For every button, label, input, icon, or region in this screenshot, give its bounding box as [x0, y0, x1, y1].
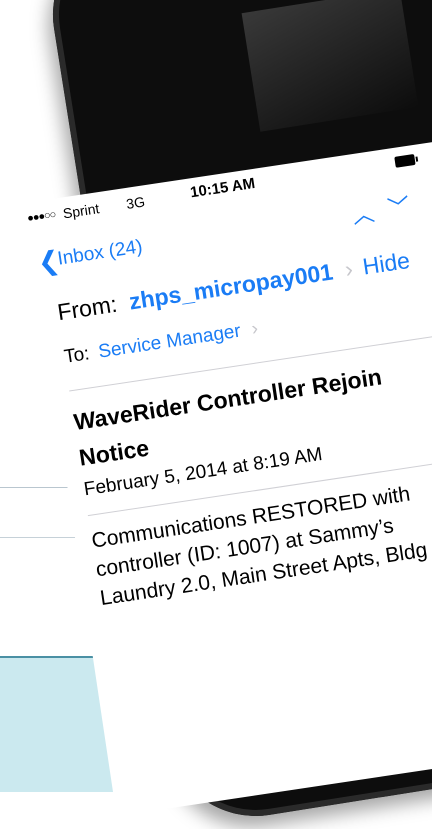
recipient-link[interactable]: Service Manager [97, 321, 242, 363]
signal-strength-icon: ●●●○○ [26, 208, 57, 225]
mail-screen: ●●●○○ Sprint 3G 10:15 AM ❮ Inbox (24) ︿ … [25, 137, 432, 817]
chevron-right-icon: › [250, 318, 260, 340]
hide-button[interactable]: Hide [361, 247, 412, 280]
phone: ●●●○○ Sprint 3G 10:15 AM ❮ Inbox (24) ︿ … [0, 0, 432, 829]
chevron-down-icon[interactable]: ﹀ [385, 188, 412, 223]
to-row: To: Service Manager › [63, 318, 260, 369]
carrier-name: Sprint [61, 200, 101, 222]
status-time: 10:15 AM [189, 174, 257, 202]
message-body: Communications RESTORED with controller … [90, 482, 432, 611]
chevron-right-icon: › [343, 255, 355, 283]
from-label: From: [55, 290, 119, 326]
battery-icon [394, 153, 416, 168]
network-type: 3G [125, 193, 146, 212]
to-label: To: [62, 343, 91, 368]
back-to-inbox-button[interactable]: Inbox (24) [56, 236, 144, 270]
chevron-up-icon[interactable]: ︿ [350, 196, 377, 231]
